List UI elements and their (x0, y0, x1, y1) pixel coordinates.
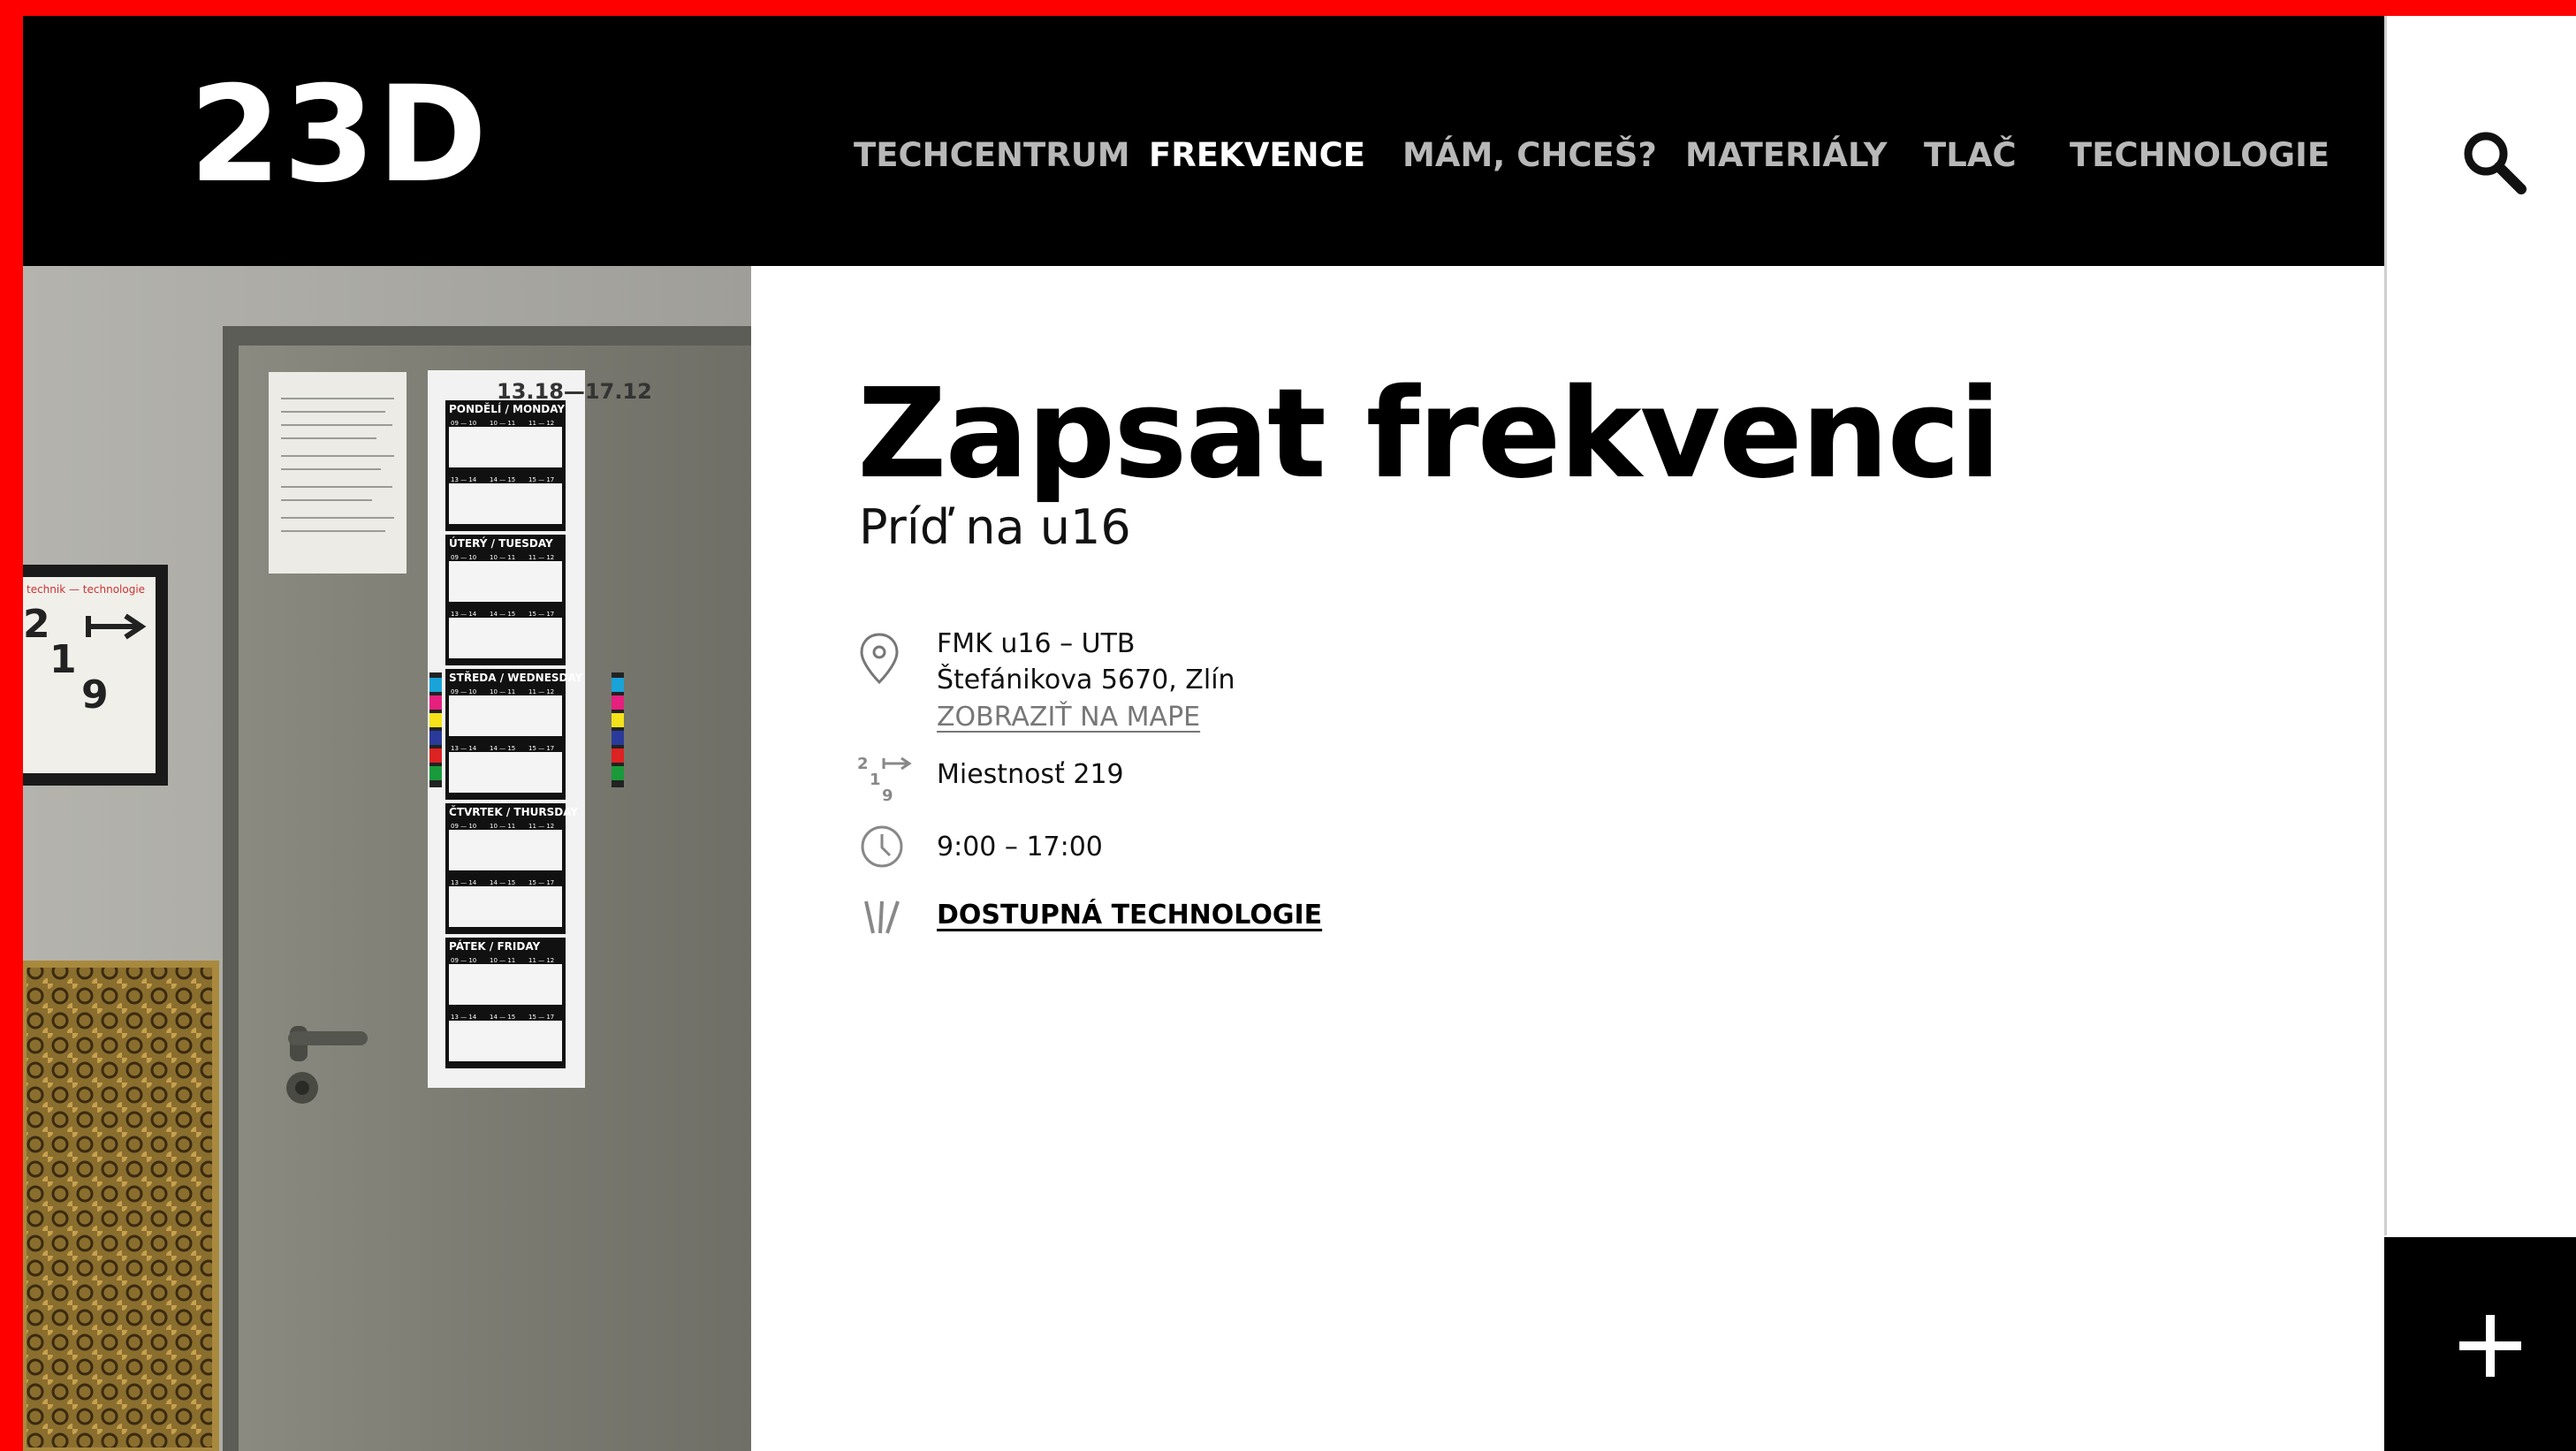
poster-slot-label: 13 — 14 (451, 611, 477, 618)
search-icon[interactable] (2459, 127, 2530, 198)
poster-day-label: PÁTEK / FRIDAY (449, 939, 540, 953)
poster-slot-area (449, 752, 562, 793)
poster-slot-label: 15 — 17 (528, 476, 554, 483)
nav-item-technologie[interactable]: TECHNOLOGIE (2070, 129, 2329, 182)
poster-slot-label: 14 — 15 (490, 1014, 515, 1021)
poster-slot-label: 15 — 17 (528, 879, 554, 886)
right-side-panel (2384, 16, 2576, 1235)
poster-slot-label: 11 — 12 (528, 420, 554, 427)
poster-slot-label: 13 — 14 (451, 1014, 477, 1021)
poster-slot-label: 11 — 12 (528, 957, 554, 964)
sign-number-9: 9 (81, 672, 109, 718)
poster-slot-area (449, 618, 562, 658)
poster-day-label: ČTVRTEK / THURSDAY (449, 805, 578, 818)
map-link-wrapper: ZOBRAZIŤ NA MAPE (937, 699, 1200, 736)
poster-slot-label: 11 — 12 (528, 823, 554, 830)
poster-slot-area (449, 1021, 562, 1061)
top-accent-bar (0, 0, 2576, 16)
poster-slot-label: 13 — 14 (451, 745, 477, 752)
plus-icon (2459, 1315, 2521, 1377)
page-title: Zapsat frekvenci (857, 362, 2002, 506)
poster-slot-label: 10 — 11 (490, 957, 515, 964)
poster-slot-label: 09 — 10 (451, 823, 476, 830)
poster-slot-area (449, 427, 562, 467)
site-logo[interactable]: 23D (189, 69, 489, 201)
left-accent-bar (0, 0, 23, 1451)
add-button[interactable] (2384, 1237, 2576, 1451)
svg-text:1: 1 (870, 771, 881, 789)
poster-slot-area (449, 561, 562, 602)
tech-link-wrapper: DOSTUPNÁ TECHNOLOGIE (937, 897, 1322, 934)
poster-day-label: STŘEDA / WEDNESDAY (449, 671, 583, 684)
poster-slot-label: 13 — 14 (451, 879, 477, 886)
poster-slot-label: 09 — 10 (451, 688, 476, 695)
poster-slot-label: 13 — 14 (451, 476, 477, 483)
poster-slot-label: 14 — 15 (490, 611, 515, 618)
svg-text:9: 9 (882, 786, 893, 804)
poster-slot-label: 14 — 15 (490, 476, 515, 483)
poster-slot-label: 10 — 11 (490, 554, 515, 561)
room-number: Miestnosť 219 (937, 759, 1124, 790)
technology-lines-icon (864, 900, 900, 934)
nav-item-techcentrum[interactable]: TECHCENTRUM (854, 129, 1130, 182)
poster-slot-label: 14 — 15 (490, 879, 515, 886)
poster-dates: 13.18—17.12 (497, 379, 652, 404)
address-line-1: FMK u16 – UTB (937, 628, 1136, 659)
poster-slot-label: 15 — 17 (528, 1014, 554, 1021)
nav-item-tlac[interactable]: TLAČ (1924, 129, 2017, 182)
poster-slot-area (449, 886, 562, 927)
poster-slot-area (449, 695, 562, 736)
svg-text:2: 2 (857, 755, 869, 773)
poster-slot-area (449, 964, 562, 1005)
poster-slot-label: 09 — 10 (451, 554, 476, 561)
poster-slot-label: 09 — 10 (451, 420, 476, 427)
poster-day-label: PONDĚLÍ / MONDAY (449, 402, 565, 415)
address-line-2: Štefánikova 5670, Zlín (937, 665, 1235, 695)
location-pin-icon (860, 633, 899, 685)
page-subtitle: Príď na u16 (859, 499, 1131, 555)
poster-day-label: ÚTERÝ / TUESDAY (449, 536, 553, 550)
poster-slot-label: 09 — 10 (451, 957, 476, 964)
available-technology-link[interactable]: DOSTUPNÁ TECHNOLOGIE (937, 900, 1322, 931)
room-number-icon: 2 1 9 (857, 755, 912, 804)
poster-slot-area (449, 483, 562, 524)
poster-slot-label: 11 — 12 (528, 688, 554, 695)
sign-number-2: 2 (23, 602, 50, 647)
poster-slot-label: 11 — 12 (528, 554, 554, 561)
sign-number-1: 1 (49, 637, 77, 682)
poster-slot-label: 10 — 11 (490, 823, 515, 830)
sign-header: technik — technologie (27, 583, 145, 596)
poster-slot-label: 10 — 11 (490, 688, 515, 695)
nav-item-mam-chces[interactable]: MÁM, CHCEŠ? (1402, 129, 1657, 182)
poster-slot-label: 10 — 11 (490, 420, 515, 427)
poster-slot-label: 15 — 17 (528, 611, 554, 618)
poster-slot-label: 15 — 17 (528, 745, 554, 752)
poster-slot-area (449, 830, 562, 870)
clock-icon (861, 825, 903, 868)
opening-hours: 9:00 – 17:00 (937, 832, 1103, 862)
show-on-map-link[interactable]: ZOBRAZIŤ NA MAPE (937, 702, 1200, 733)
nav-item-frekvence[interactable]: FREKVENCE (1149, 129, 1365, 182)
nav-item-materialy[interactable]: MATERIÁLY (1685, 129, 1888, 182)
poster-slot-label: 14 — 15 (490, 745, 515, 752)
hero-photo: 13.18—17.12 PONDĚLÍ / MONDAY 09 — 10 10 — … (23, 266, 751, 1451)
